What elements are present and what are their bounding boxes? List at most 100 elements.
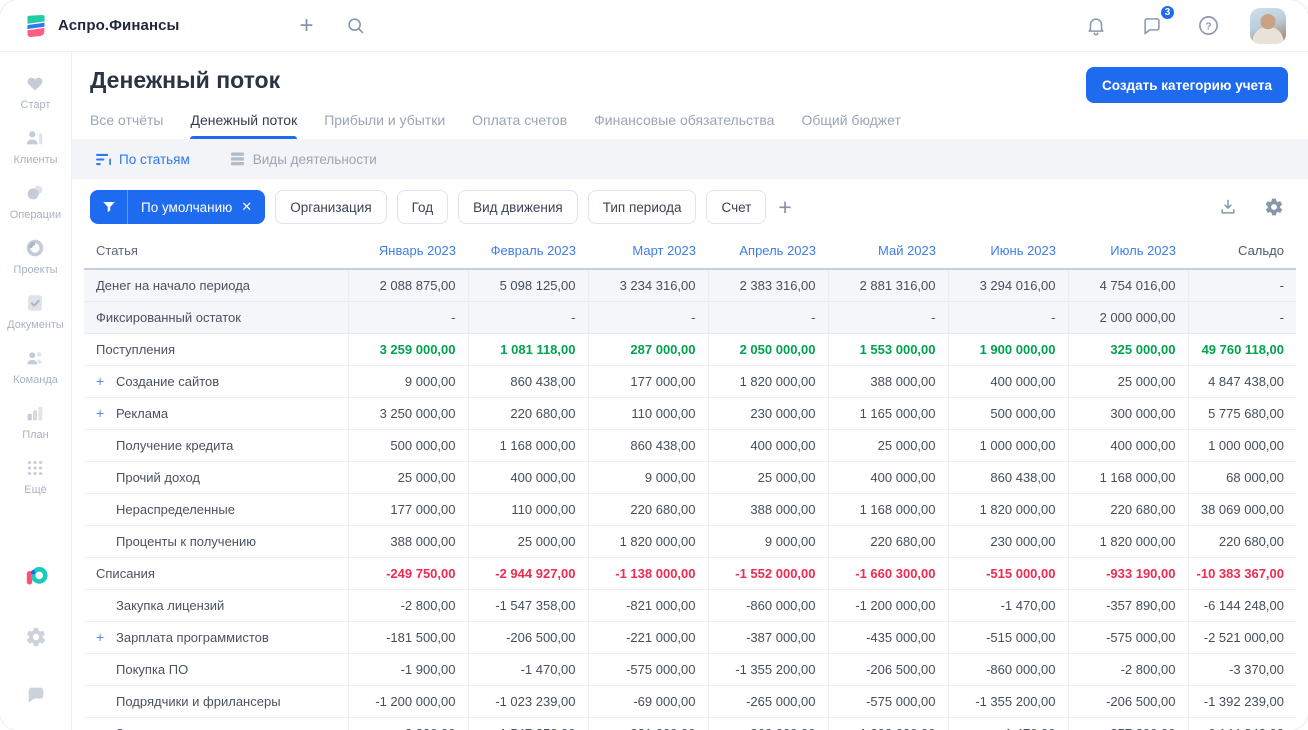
cell-value: 110 000,00 <box>587 397 708 430</box>
cell-value: 287 000,00 <box>587 333 708 366</box>
cell-value: -249 750,00 <box>347 557 468 590</box>
row-label-text: Прочий доход <box>116 469 200 485</box>
row-label[interactable]: Прочий доход <box>84 461 348 494</box>
cell-value: 25 000,00 <box>827 429 948 462</box>
row-label[interactable]: Фиксированный остаток <box>84 301 348 334</box>
filter-chip-2[interactable]: Год <box>396 190 449 224</box>
sidebar-items: Старт Клиенты Операции Проекты Документы Кома… <box>7 64 64 504</box>
cell-value: -1 470,00 <box>947 717 1068 730</box>
view-activity-types[interactable]: Виды деятельности <box>224 151 383 168</box>
row-label[interactable]: Нераспределенные <box>84 493 348 526</box>
sidebar-item-documents[interactable]: Документы <box>7 284 64 339</box>
row-label[interactable]: Закупка лицензий <box>84 589 348 622</box>
cell-value: 9 000,00 <box>587 461 708 494</box>
cell-value: -357 890,00 <box>1067 717 1188 730</box>
tab-3[interactable]: Прибыли и убытки <box>324 112 445 139</box>
row-label[interactable]: Списания <box>84 557 348 590</box>
row-label[interactable]: Подрядчики и фрилансеры <box>84 685 348 718</box>
tab-2[interactable]: Денежный поток <box>190 112 297 139</box>
expand-icon[interactable] <box>96 373 116 389</box>
cell-value: 2 050 000,00 <box>707 333 828 366</box>
search-button[interactable] <box>341 11 370 40</box>
notifications-button[interactable] <box>1081 11 1111 41</box>
cell-value: -2 800,00 <box>1067 653 1188 686</box>
table-row: Фиксированный остаток - - - - - -2 000 000,00- <box>84 301 1296 334</box>
expand-icon[interactable] <box>96 629 116 645</box>
tab-1[interactable]: Все отчёты <box>90 112 163 139</box>
filter-chip-4[interactable]: Тип периода <box>587 190 697 224</box>
cell-value: 500 000,00 <box>347 429 468 462</box>
view-by-items[interactable]: По статьям <box>90 151 196 168</box>
support-chat-button[interactable] <box>21 680 51 710</box>
cell-value: -1 470,00 <box>467 653 588 686</box>
table-row: Подрядчики и фрилансеры -1 200 000,00 -1 0… <box>84 685 1296 718</box>
cell-value: 25 000,00 <box>707 461 828 494</box>
row-label[interactable]: Создание сайтов <box>84 365 348 398</box>
create-category-button[interactable]: Создать категорию учета <box>1086 67 1288 103</box>
cell-value: 1 168 000,00 <box>467 429 588 462</box>
row-label[interactable]: Зарплата программистов <box>84 717 348 730</box>
help-icon: ? <box>1197 14 1220 37</box>
cell-value: -3 370,00 <box>1187 653 1296 686</box>
filter-chip-5[interactable]: Счет <box>706 190 767 224</box>
user-avatar[interactable] <box>1250 7 1286 44</box>
settings-button[interactable] <box>21 622 51 652</box>
clear-filter-icon[interactable] <box>241 199 252 215</box>
view-label: Виды деятельности <box>252 151 377 167</box>
expand-icon[interactable] <box>96 725 116 730</box>
topbar-actions: 3 ? <box>1081 3 1286 44</box>
filter-chip-1[interactable]: Организация <box>275 190 387 224</box>
table-row: Покупка ПО -1 900,00 -1 470,00 -575 000,00-… <box>84 653 1296 686</box>
add-filter-button[interactable] <box>776 196 793 219</box>
tab-6[interactable]: Общий бюджет <box>801 112 900 139</box>
cell-value: 2 000 000,00 <box>1067 301 1188 334</box>
cell-value: - <box>467 301 588 334</box>
table-settings-button[interactable] <box>1260 193 1288 221</box>
sidebar-item-start[interactable]: Старт <box>7 64 64 119</box>
cell-value: 860 438,00 <box>947 461 1068 494</box>
column-header-label: Статья <box>96 243 138 258</box>
column-header: Апрель 2023 <box>739 243 816 258</box>
documents-icon <box>24 292 46 314</box>
cell-value: -575 000,00 <box>587 653 708 686</box>
tab-4[interactable]: Оплата счетов <box>472 112 567 139</box>
settings-icon <box>25 626 47 648</box>
row-label[interactable]: Денег на начало периода <box>84 269 348 302</box>
column-header: Май 2023 <box>878 243 936 258</box>
sidebar-item-plan[interactable]: План <box>7 394 64 449</box>
messages-button[interactable]: 3 <box>1137 3 1176 41</box>
help-button[interactable]: ? <box>1193 10 1224 41</box>
cell-value: 4 847 438,00 <box>1187 365 1296 398</box>
export-button[interactable] <box>1214 193 1242 221</box>
cell-value: -1 200 000,00 <box>347 685 468 718</box>
row-label[interactable]: Получение кредита <box>84 429 348 462</box>
app-window: Аспро.Финансы + 3 ? Старт Клиенты Операц… <box>0 0 1308 730</box>
sidebar-item-operations[interactable]: Операции <box>7 174 64 229</box>
sidebar-item-clients[interactable]: Клиенты <box>7 119 64 174</box>
cell-value: 1 168 000,00 <box>1067 461 1188 494</box>
row-label[interactable]: Покупка ПО <box>84 653 348 686</box>
quick-create-button[interactable] <box>295 10 317 42</box>
row-label[interactable]: Проценты к получению <box>84 525 348 558</box>
cell-value: -206 500,00 <box>1067 685 1188 718</box>
sidebar-item-more[interactable]: Ещё <box>7 449 64 504</box>
expand-icon[interactable] <box>96 405 116 421</box>
cell-value: 388 000,00 <box>347 525 468 558</box>
filter-chip-3[interactable]: Вид движения <box>458 190 578 224</box>
cell-value: -10 383 367,00 <box>1187 557 1296 590</box>
row-label-text: Покупка ПО <box>116 661 189 677</box>
tab-5[interactable]: Финансовые обязательства <box>594 112 774 139</box>
row-label[interactable]: Поступления <box>84 333 348 366</box>
cell-value: - <box>947 301 1068 334</box>
cell-value: -2 800,00 <box>347 717 468 730</box>
table-container: Статья Январь 2023 Февраль 2023 Март 2023 Ап… <box>72 234 1308 730</box>
row-label[interactable]: Реклама <box>84 397 348 430</box>
cell-value: 25 000,00 <box>347 461 468 494</box>
sidebar-item-team[interactable]: Команда <box>7 339 64 394</box>
aspro-logo-button[interactable] <box>19 560 53 594</box>
row-label[interactable]: Зарплата программистов <box>84 621 348 654</box>
cell-value: 230 000,00 <box>947 525 1068 558</box>
active-filter-chip[interactable]: По умолчанию <box>90 190 266 224</box>
sidebar-item-projects[interactable]: Проекты <box>7 229 64 284</box>
sidebar-item-label: Старт <box>20 99 51 111</box>
